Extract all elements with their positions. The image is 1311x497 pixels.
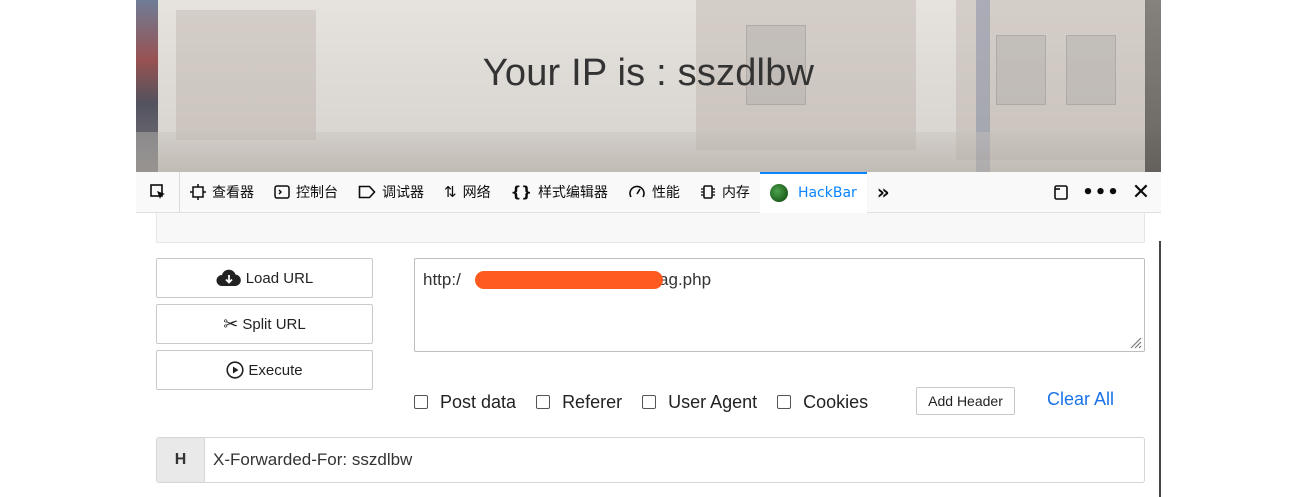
url-textarea[interactable]: http://flag.php [414, 258, 1145, 352]
user-agent-label: User Agent [668, 391, 758, 412]
tab-debugger[interactable]: 调试器 [348, 172, 434, 213]
inspector-icon [190, 184, 206, 200]
play-circle-icon [226, 361, 244, 379]
cookies-checkbox[interactable] [777, 395, 792, 409]
close-devtools-button[interactable]: ✕ [1121, 172, 1161, 213]
referer-label: Referer [562, 391, 623, 412]
tab-console[interactable]: 控制台 [264, 172, 348, 213]
tab-label: 网络 [462, 185, 491, 201]
tab-label: HackBar [797, 185, 857, 201]
load-url-label: Load URL [245, 269, 314, 287]
redaction-mark [475, 271, 663, 289]
hackbar-icon [769, 184, 788, 202]
execute-button[interactable]: Execute [156, 350, 373, 390]
load-url-button[interactable]: Load URL [156, 258, 373, 298]
split-url-button[interactable]: ✂ Split URL [156, 304, 373, 344]
tab-network[interactable]: ⇅ 网络 [434, 172, 501, 213]
user-agent-option[interactable]: User Agent [642, 392, 757, 413]
post-data-label: Post data [440, 391, 517, 412]
debugger-icon [358, 185, 376, 199]
tab-performance[interactable]: 性能 [618, 172, 690, 213]
dock-toggle-button[interactable] [1041, 172, 1081, 213]
scissors-icon: ✂ [223, 314, 239, 334]
close-icon: ✕ [1131, 179, 1151, 205]
tab-label: 性能 [651, 185, 680, 201]
header-badge[interactable]: H [157, 438, 205, 482]
custom-header-row: H X-Forwarded-For: sszdlbw [156, 437, 1145, 483]
more-options-button[interactable]: ••• [1081, 172, 1121, 213]
tab-label: 样式编辑器 [537, 185, 608, 201]
memory-icon [700, 185, 715, 199]
ip-message: Your IP is : sszdlbw [482, 52, 815, 94]
execute-label: Execute [248, 361, 303, 379]
performance-icon [629, 185, 645, 198]
post-data-checkbox[interactable] [414, 395, 428, 409]
cookies-label: Cookies [803, 391, 869, 412]
devtools-toolbar: 查看器 控制台 调试器 ⇅ 网络 {} 样式编辑器 性能 内存 HackBar … [136, 171, 1161, 213]
tab-label: 控制台 [296, 185, 338, 201]
element-picker-icon [149, 184, 165, 199]
tab-hackbar[interactable]: HackBar [759, 171, 867, 213]
hackbar-panel: Load URL ✂ Split URL Execute http://flag… [136, 213, 1161, 497]
panel-scrollbar-edge [1159, 241, 1161, 497]
url-prefix: http:/ [423, 270, 461, 289]
cloud-download-icon [216, 269, 241, 286]
ellipsis-icon: ••• [1082, 181, 1120, 203]
user-agent-checkbox[interactable] [642, 395, 657, 409]
chevron-double-right-icon: » [876, 180, 890, 204]
split-url-label: Split URL [242, 315, 306, 333]
more-tabs-button[interactable]: » [867, 172, 900, 213]
element-picker-button[interactable] [136, 171, 180, 213]
network-icon: ⇅ [444, 182, 457, 201]
tab-inspector[interactable]: 查看器 [180, 172, 264, 213]
request-options: Post data Referer User Agent Cookies [414, 388, 888, 416]
style-editor-icon: {} [510, 182, 532, 201]
tab-memory[interactable]: 内存 [690, 172, 760, 213]
header-value-input[interactable]: X-Forwarded-For: sszdlbw [205, 438, 412, 482]
clear-all-link[interactable]: Clear All [1047, 389, 1114, 410]
dock-icon [1054, 185, 1068, 200]
referer-option[interactable]: Referer [536, 392, 622, 413]
referer-checkbox[interactable] [536, 395, 551, 409]
resize-grip-icon[interactable] [1128, 335, 1142, 349]
tab-label: 调试器 [382, 185, 424, 201]
post-data-option[interactable]: Post data [414, 392, 516, 413]
tab-style-editor[interactable]: {} 样式编辑器 [501, 172, 618, 213]
tab-label: 查看器 [212, 185, 254, 201]
add-header-button[interactable]: Add Header [916, 387, 1015, 415]
hackbar-top-area [156, 213, 1145, 243]
background-street [136, 132, 1161, 172]
tab-label: 内存 [721, 185, 750, 201]
console-icon [274, 185, 290, 199]
cookies-option[interactable]: Cookies [777, 392, 868, 413]
page-viewport: Your IP is : sszdlbw [136, 0, 1161, 172]
